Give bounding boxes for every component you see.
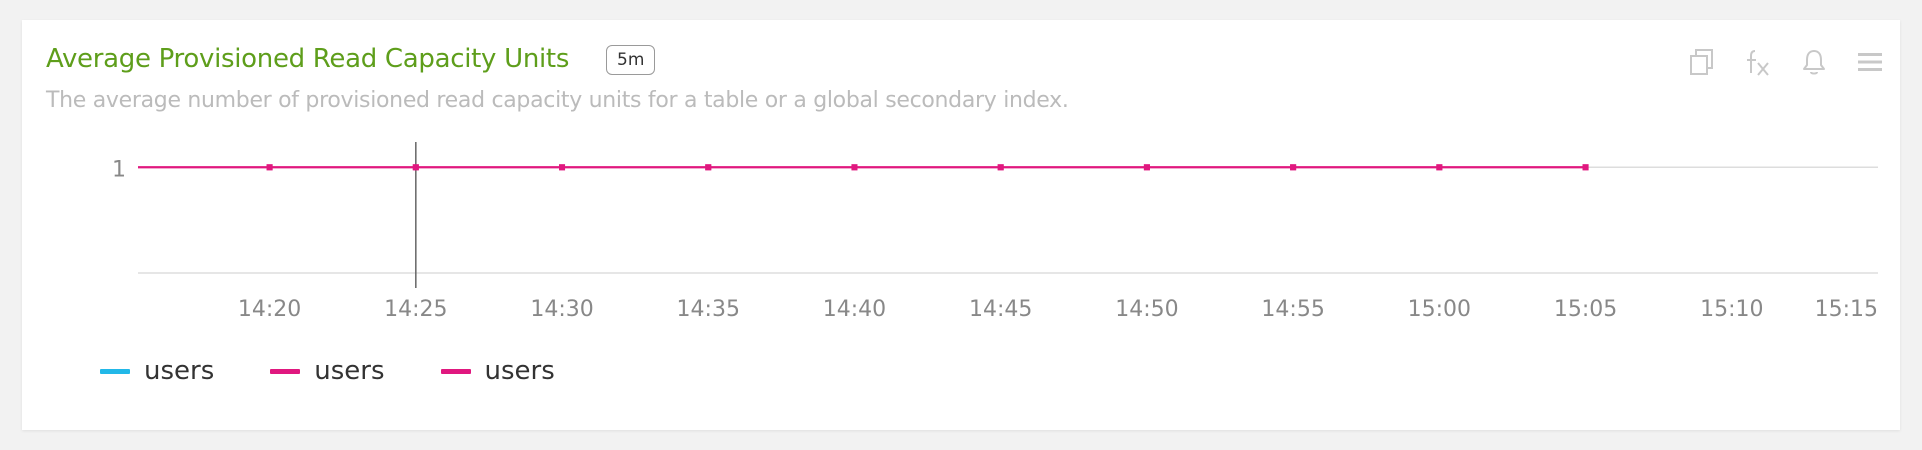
legend-item[interactable]: users <box>100 356 214 386</box>
x-tick-label: 15:05 <box>1554 297 1617 322</box>
data-point <box>851 164 858 171</box>
data-point <box>559 164 566 171</box>
legend-item[interactable]: users <box>440 356 555 386</box>
data-point <box>1582 164 1589 171</box>
legend-label: users <box>484 356 555 386</box>
data-point <box>997 164 1004 171</box>
x-tick-label: 14:35 <box>677 297 740 322</box>
data-point <box>1436 164 1443 171</box>
chart-legend: users users users <box>100 356 555 386</box>
data-point <box>266 164 273 171</box>
legend-swatch <box>440 368 471 374</box>
x-tick-label: 14:20 <box>238 297 301 322</box>
x-tick-label: 14:55 <box>1261 297 1324 322</box>
y-tick-label: 1 <box>112 157 126 182</box>
legend-swatch <box>100 368 130 374</box>
data-point <box>705 164 712 171</box>
data-point <box>1290 164 1297 171</box>
data-point <box>1143 164 1150 171</box>
legend-label: users <box>314 356 385 386</box>
legend-label: users <box>144 356 215 386</box>
legend-item[interactable]: users <box>270 356 385 386</box>
x-tick-label: 14:30 <box>530 297 593 322</box>
x-tick-label: 14:50 <box>1115 297 1178 322</box>
x-tick-label: 15:15 <box>1815 297 1878 322</box>
data-point <box>412 164 419 171</box>
x-tick-label: 14:25 <box>384 297 447 322</box>
legend-swatch <box>270 368 301 374</box>
chart-panel: Average Provisioned Read Capacity Units … <box>22 20 1900 430</box>
x-tick-label: 15:00 <box>1408 297 1471 322</box>
x-tick-label: 15:10 <box>1700 297 1763 322</box>
x-tick-label: 14:45 <box>969 297 1032 322</box>
x-tick-label: 14:40 <box>823 297 886 322</box>
line-chart[interactable]: 1 14:20 14:25 14:30 14:35 14:40 14:45 14:50 14:5… <box>22 20 1900 340</box>
